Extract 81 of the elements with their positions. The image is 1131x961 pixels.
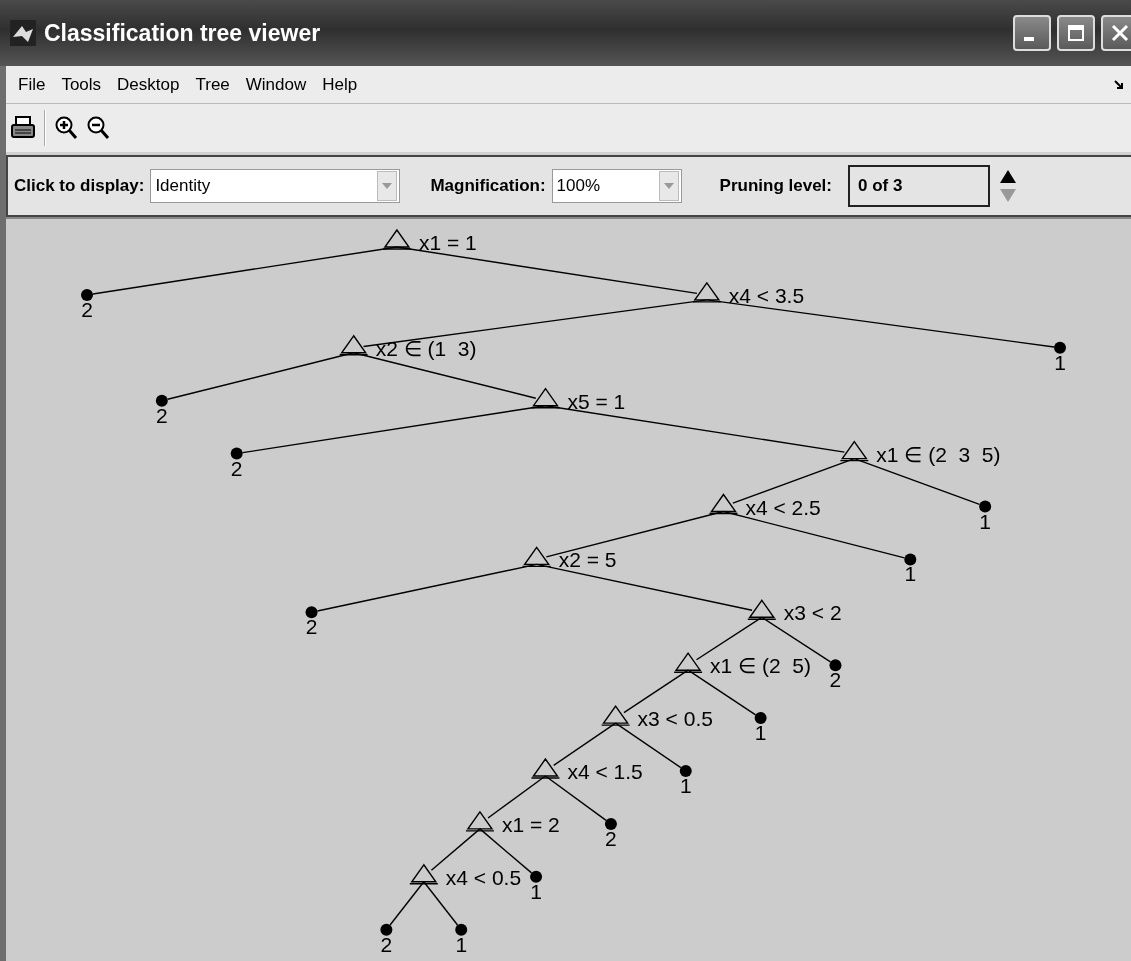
menu-item[interactable]: File [10,72,54,97]
dropdown[interactable]: 100% [551,169,682,203]
class-label: 2 [230,456,243,480]
print-icon[interactable] [10,115,36,141]
leaf-node-icon[interactable] [81,288,93,301]
window-title: Classification tree viewer [44,19,322,47]
split-node-icon[interactable] [382,229,412,250]
split-rule-label: x3 < 0.5 [637,707,713,731]
class-label: 1 [904,562,917,586]
minimize-icon [1024,37,1034,41]
split-node-icon[interactable] [692,282,722,303]
class-label: 2 [605,826,617,850]
class-label: 1 [455,932,468,956]
class-label: 2 [380,932,393,956]
split-node-icon[interactable] [409,864,439,885]
split-rule-label: x3 < 2 [783,601,842,625]
split-rule-label: x4 < 1.5 [567,760,643,783]
split-rule-label: x2 = 5 [558,548,617,572]
maximize-icon [1066,23,1086,43]
leaf-node-icon[interactable] [979,500,992,513]
leaf-node-icon[interactable] [305,606,318,619]
split-rule-label: x1 = 1 [418,231,477,254]
dock-arrow-icon[interactable] [1113,78,1125,91]
minimize-button[interactable] [1013,15,1051,51]
split-rule-label: x5 = 1 [567,389,626,413]
split-node-icon[interactable] [747,599,777,620]
leaf-node-icon[interactable] [904,553,917,566]
leaf-node-icon[interactable] [530,870,543,883]
close-button[interactable] [1101,15,1131,51]
leaf-node-icon[interactable] [754,712,767,725]
caret-icon [382,183,393,189]
split-rule-label: x4 < 2.5 [745,495,821,519]
maximize-button[interactable] [1057,15,1095,51]
split-rule-label: x1 = 2 [501,812,560,836]
pruning-level-field[interactable]: 0 of 3 [848,165,990,207]
close-icon [1110,23,1130,43]
field-label: Click to display: [14,176,145,196]
dropdown[interactable]: Identity [150,169,401,203]
class-label: 2 [81,297,93,321]
leaf-node-icon[interactable] [455,923,468,936]
leaf-node-icon[interactable] [230,447,243,460]
leaf-node-icon[interactable] [1054,341,1066,354]
class-label: 2 [305,615,318,639]
class-label: 2 [156,403,168,427]
split-node-icon[interactable] [839,440,870,462]
menu-item[interactable]: Help [314,72,366,97]
class-label: 1 [530,879,542,903]
split-rule-label: x1 ∈ (2 3 5) [876,442,1001,466]
class-label: 2 [829,668,842,692]
split-node-icon[interactable] [521,546,552,568]
menu-item[interactable]: Desktop [109,72,188,97]
field-label: Pruning level: [719,176,832,196]
app-logo-icon [10,20,36,46]
split-node-icon[interactable] [530,388,561,409]
split-node-icon[interactable] [530,758,561,779]
caret-icon [663,183,674,189]
split-node-icon[interactable] [600,705,631,726]
split-rule-label: x4 < 0.5 [445,865,522,889]
zoom-in-icon[interactable] [54,115,78,141]
split-node-icon[interactable] [339,335,369,356]
zoom-out-icon[interactable] [86,115,110,141]
class-label: 1 [979,509,991,533]
leaf-node-icon[interactable] [679,765,692,777]
leaf-node-icon[interactable] [155,394,168,407]
split-rule-label: x4 < 3.5 [728,283,805,307]
split-node-icon[interactable] [465,811,495,832]
split-rule-label: x1 ∈ (2 5) [710,654,811,678]
leaf-node-icon[interactable] [829,659,842,672]
class-label: 1 [679,774,692,797]
leaf-node-icon[interactable] [604,817,617,830]
split-node-icon[interactable] [673,652,703,673]
split-node-icon[interactable] [708,493,739,515]
menu-item[interactable]: Tools [53,72,110,97]
leaf-node-icon[interactable] [380,923,393,936]
class-label: 1 [1054,350,1066,374]
menu-item[interactable]: Tree [187,72,238,97]
class-label: 1 [754,721,767,745]
menu-item[interactable]: Window [237,72,315,97]
field-label: Magnification: [430,176,546,196]
split-rule-label: x2 ∈ (1 3) [375,336,477,360]
tree-edge [623,669,689,714]
